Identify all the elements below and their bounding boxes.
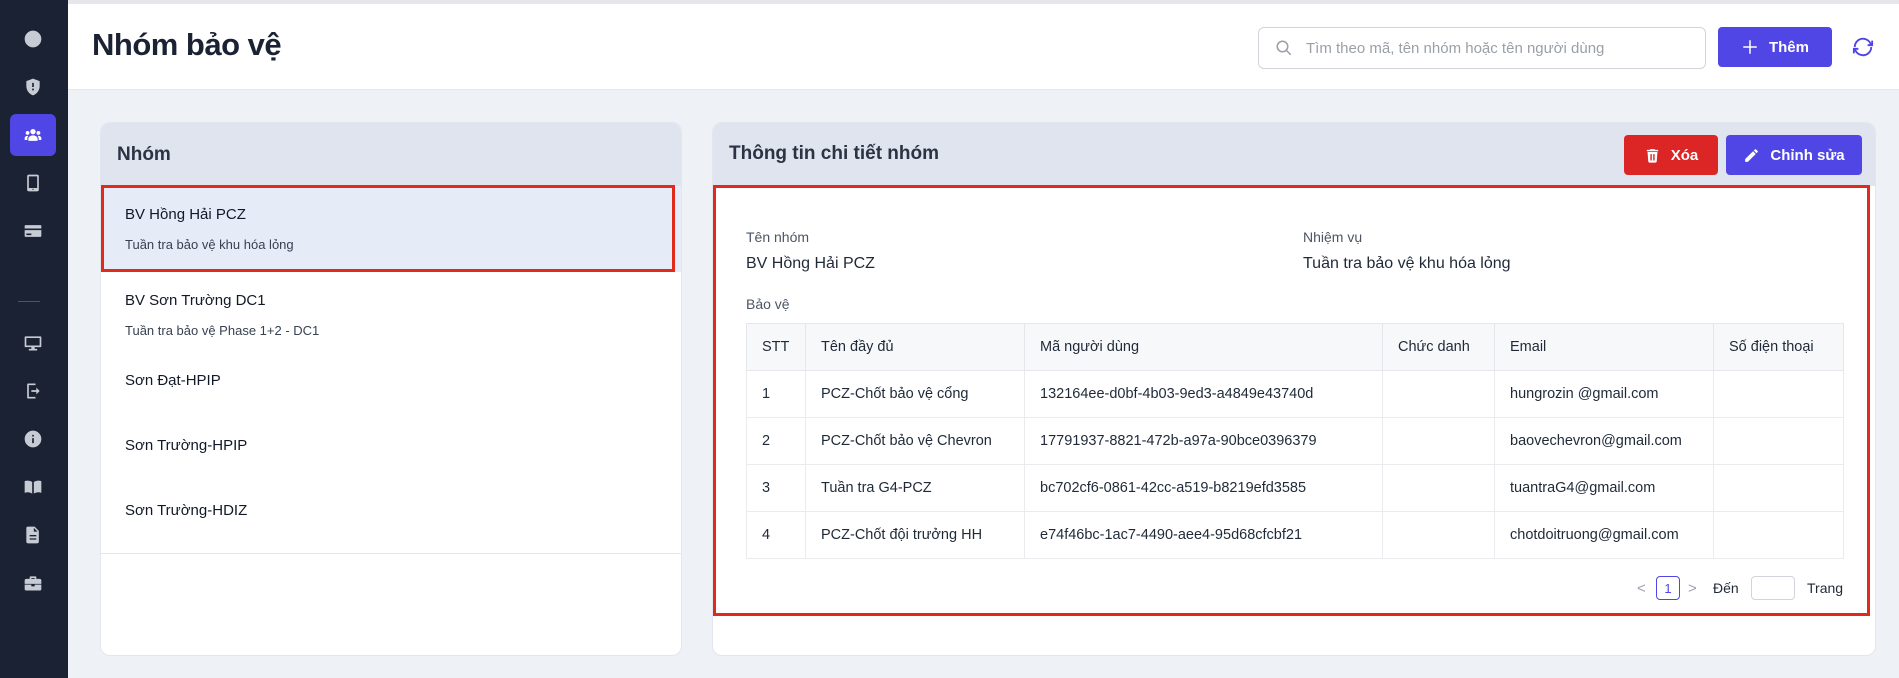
- book-icon[interactable]: [10, 466, 56, 508]
- goto-label: Đến: [1713, 580, 1739, 596]
- table-cell: hungrozin @gmail.com: [1494, 370, 1714, 418]
- page-label: Trang: [1807, 580, 1844, 596]
- sidebar-divider: [18, 301, 40, 302]
- column-header: Tên đầy đủ: [805, 323, 1025, 371]
- table-cell: PCZ-Chốt đội trưởng HH: [805, 511, 1025, 559]
- mission-label: Nhiệm vụ: [1303, 229, 1363, 245]
- mission-value: Tuần tra bảo vệ khu hóa lỏng: [1303, 255, 1511, 272]
- group-item[interactable]: Sơn Đạt-HPIP: [101, 358, 681, 423]
- table-cell: [1713, 464, 1844, 512]
- table-cell: e74f46bc-1ac7-4490-aee4-95d68cfcbf21: [1024, 511, 1383, 559]
- group-desc: Tuần tra bảo vệ Phase 1+2 - DC1: [125, 323, 320, 338]
- search-box[interactable]: [1258, 27, 1706, 69]
- pencil-icon: [1745, 148, 1759, 162]
- detail-panel-header: Thông tin chi tiết nhóm Xóa Chỉnh sửa: [713, 123, 1875, 186]
- group-name: BV Sơn Trường DC1: [125, 292, 266, 309]
- table-cell: chotdoitruong@gmail.com: [1494, 511, 1714, 559]
- group-name: BV Hồng Hải PCZ: [125, 206, 246, 223]
- column-header: Mã người dùng: [1024, 323, 1383, 371]
- table-cell: PCZ-Chốt bảo vệ Chevron: [805, 417, 1025, 465]
- sidebar: [0, 0, 68, 678]
- table-cell: [1382, 464, 1495, 512]
- column-header: STT: [746, 323, 806, 371]
- search-input[interactable]: [1306, 28, 1696, 68]
- info-icon[interactable]: [10, 418, 56, 460]
- tablet-icon[interactable]: [10, 162, 56, 204]
- table-cell: [1382, 511, 1495, 559]
- shield-icon[interactable]: [10, 66, 56, 108]
- group-item[interactable]: BV Sơn Trường DC1 Tuần tra bảo vệ Phase …: [101, 272, 681, 358]
- clock-icon[interactable]: [10, 18, 56, 60]
- table-row[interactable]: 4 PCZ-Chốt đội trưởng HH e74f46bc-1ac7-4…: [746, 511, 1844, 559]
- users-icon[interactable]: [10, 114, 56, 156]
- plus-icon: [1743, 40, 1757, 54]
- table-cell: baovechevron@gmail.com: [1494, 417, 1714, 465]
- column-header: Số điện thoại: [1713, 323, 1844, 371]
- table-cell: [1713, 417, 1844, 465]
- table-cell: 2: [746, 417, 806, 465]
- goto-page-input[interactable]: [1751, 576, 1795, 600]
- add-button-label: Thêm: [1768, 38, 1809, 56]
- table-cell: PCZ-Chốt bảo vệ cổng: [805, 370, 1025, 418]
- current-page-button[interactable]: 1: [1656, 576, 1680, 600]
- group-item[interactable]: Sơn Trường-HPIP: [101, 423, 681, 488]
- refresh-button[interactable]: [1852, 36, 1874, 58]
- table-row[interactable]: 2 PCZ-Chốt bảo vệ Chevron 17791937-8821-…: [746, 417, 1844, 465]
- edit-button[interactable]: Chỉnh sửa: [1726, 135, 1862, 175]
- group-detail-panel: Thông tin chi tiết nhóm Xóa Chỉnh sửa Tê…: [712, 122, 1876, 656]
- table-cell: bc702cf6-0861-42cc-a519-b8219efd3585: [1024, 464, 1383, 512]
- guards-label: Bảo vệ: [746, 296, 790, 312]
- credit-card-icon[interactable]: [10, 210, 56, 252]
- table-cell: [1713, 511, 1844, 559]
- table-cell: 4: [746, 511, 806, 559]
- table-cell: [1382, 370, 1495, 418]
- table-cell: tuantraG4@gmail.com: [1494, 464, 1714, 512]
- search-icon: [1276, 40, 1292, 56]
- edit-button-label: Chỉnh sửa: [1770, 146, 1845, 164]
- add-button[interactable]: Thêm: [1718, 27, 1832, 67]
- next-page-button[interactable]: >: [1688, 580, 1697, 597]
- table-cell: 17791937-8821-472b-a97a-90bce0396379: [1024, 417, 1383, 465]
- table-cell: 1: [746, 370, 806, 418]
- group-name: Sơn Trường-HPIP: [125, 437, 248, 454]
- table-cell: Tuần tra G4-PCZ: [805, 464, 1025, 512]
- monitor-icon[interactable]: [10, 322, 56, 364]
- detail-panel-title: Thông tin chi tiết nhóm: [729, 143, 940, 164]
- groups-panel: Nhóm BV Hồng Hải PCZ Tuần tra bảo vệ khu…: [100, 122, 682, 656]
- page-title: Nhóm bảo vệ: [92, 27, 282, 62]
- page-header: Nhóm bảo vệ Thêm: [68, 4, 1899, 90]
- trash-icon: [1646, 148, 1658, 163]
- group-item[interactable]: Sơn Trường-HDIZ: [101, 488, 681, 554]
- group-name-label: Tên nhóm: [746, 229, 810, 245]
- delete-button-label: Xóa: [1670, 146, 1699, 164]
- column-header: Email: [1494, 323, 1714, 371]
- group-name-value: BV Hồng Hải PCZ: [746, 255, 875, 272]
- table-row[interactable]: 3 Tuần tra G4-PCZ bc702cf6-0861-42cc-a51…: [746, 464, 1844, 512]
- group-item-selected[interactable]: BV Hồng Hải PCZ Tuần tra bảo vệ khu hóa …: [101, 186, 681, 272]
- table-cell: [1713, 370, 1844, 418]
- login-icon[interactable]: [10, 370, 56, 412]
- group-name: Sơn Đạt-HPIP: [125, 372, 221, 389]
- groups-panel-title: Nhóm: [101, 123, 681, 186]
- prev-page-button[interactable]: <: [1637, 580, 1646, 597]
- column-header: Chức danh: [1382, 323, 1495, 371]
- table-header-row: STT Tên đầy đủ Mã người dùng Chức danh E…: [746, 323, 1844, 371]
- table-cell: 132164ee-d0bf-4b03-9ed3-a4849e43740d: [1024, 370, 1383, 418]
- briefcase-icon[interactable]: [10, 562, 56, 604]
- guards-table: STT Tên đầy đủ Mã người dùng Chức danh E…: [746, 323, 1844, 559]
- table-row[interactable]: 1 PCZ-Chốt bảo vệ cổng 132164ee-d0bf-4b0…: [746, 370, 1844, 418]
- table-cell: [1382, 417, 1495, 465]
- delete-button[interactable]: Xóa: [1624, 135, 1718, 175]
- group-name: Sơn Trường-HDIZ: [125, 502, 248, 519]
- group-list: BV Hồng Hải PCZ Tuần tra bảo vệ khu hóa …: [101, 186, 681, 554]
- refresh-icon: [1852, 37, 1874, 57]
- group-desc: Tuần tra bảo vệ khu hóa lỏng: [125, 237, 294, 252]
- pagination: < 1 > Đến Trang: [713, 576, 1875, 602]
- file-icon[interactable]: [10, 514, 56, 556]
- table-cell: 3: [746, 464, 806, 512]
